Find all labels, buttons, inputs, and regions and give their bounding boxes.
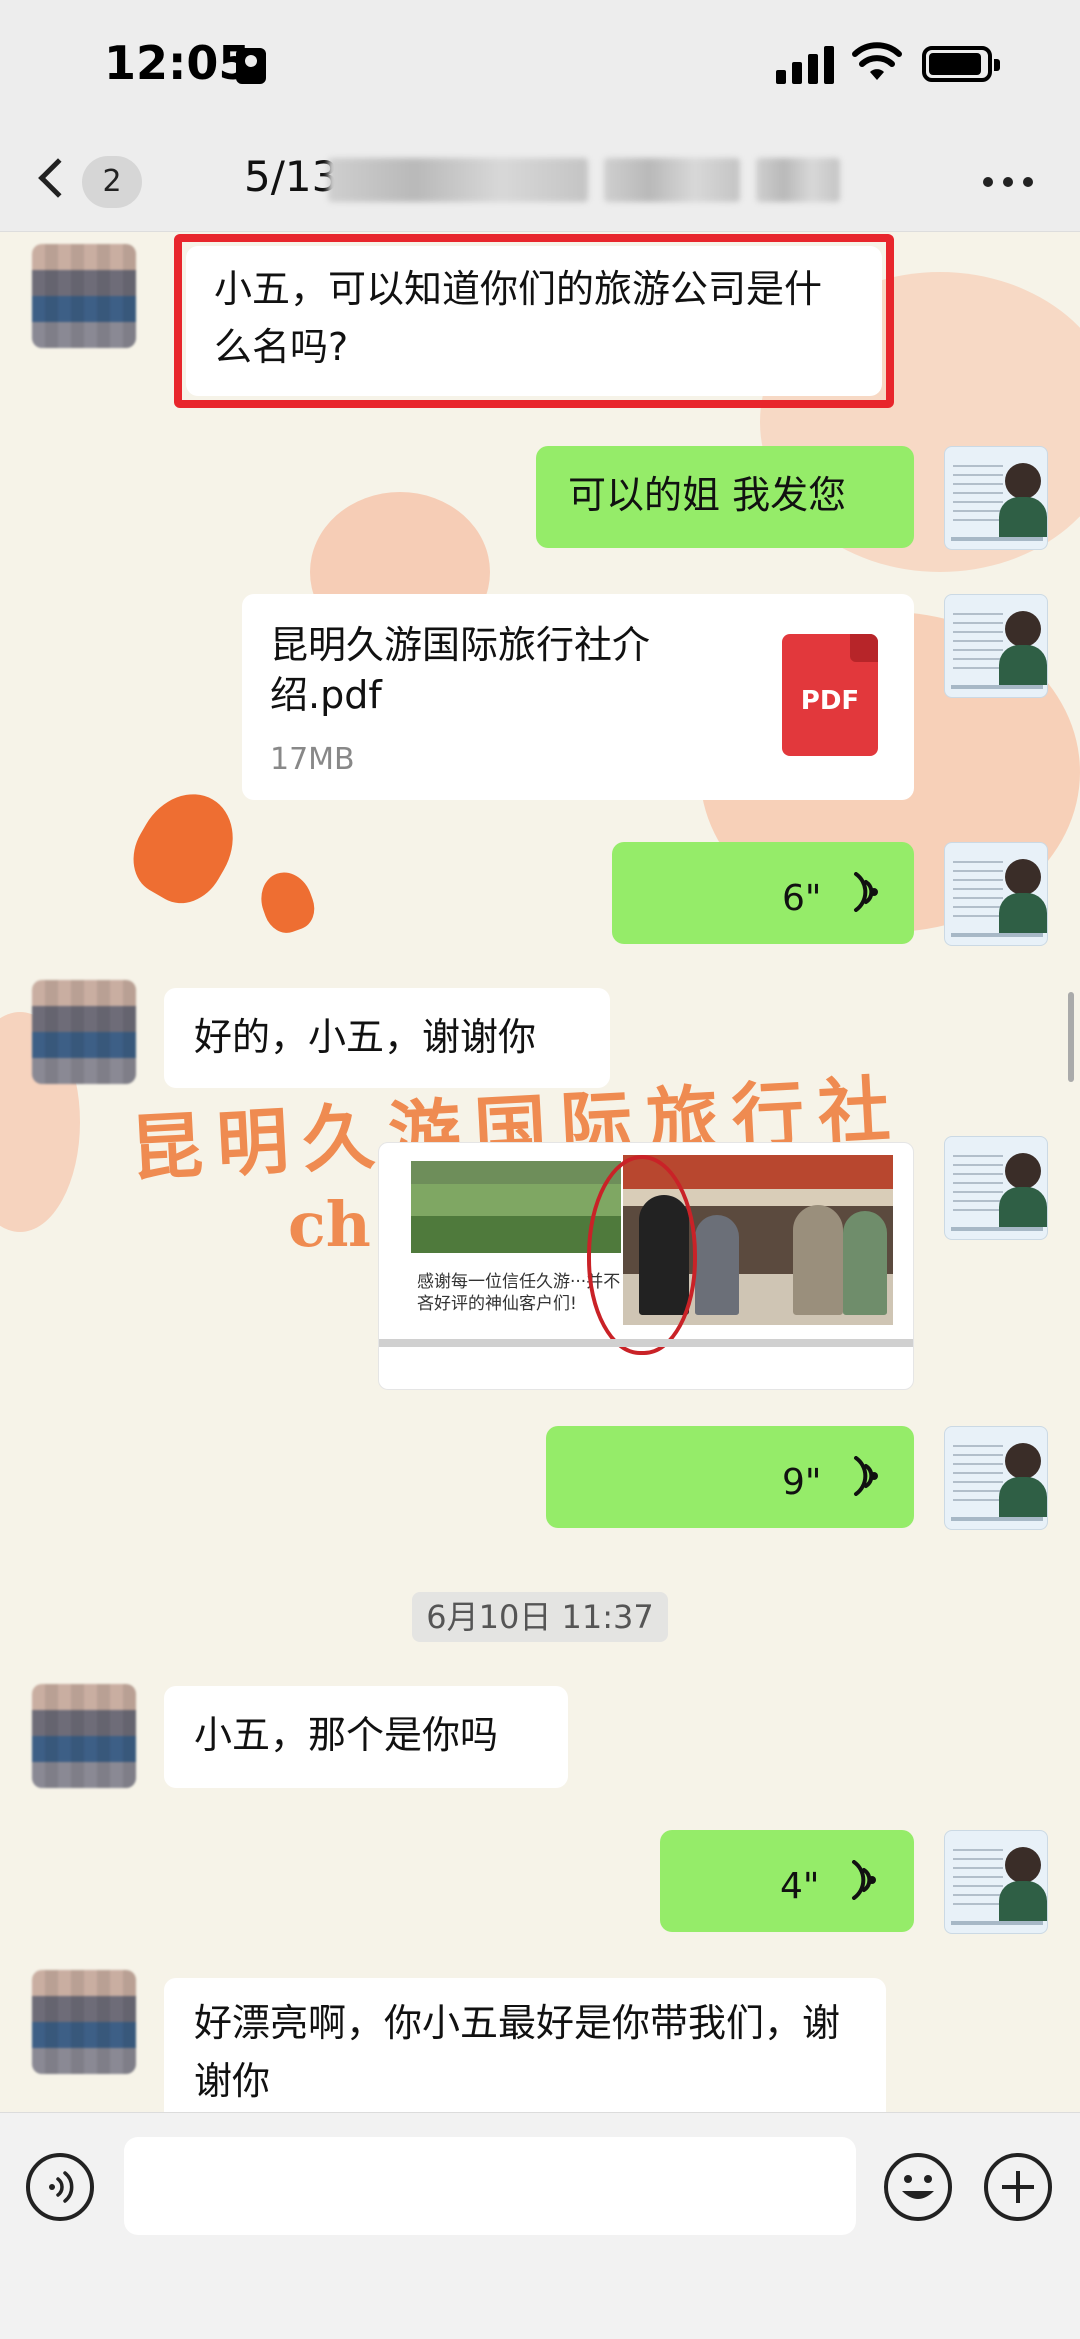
voice-mode-icon (49, 2171, 74, 2203)
voice-message[interactable]: 6" (612, 842, 914, 944)
chat-message-list[interactable]: 昆明久游国际旅行社 ch 小五，可以知道你们的旅游公司是什么名吗? 可以的姐 我… (0, 232, 1080, 2112)
incoming-message[interactable]: 好漂亮啊，你小五最好是你带我们，谢谢你 (164, 1978, 886, 2112)
status-bar: 12:05 (0, 0, 1080, 132)
chat-header: 2 5/13 (0, 132, 1080, 232)
contact-avatar[interactable] (32, 980, 136, 1084)
message-text: 小五，那个是你吗 (194, 1713, 499, 1757)
file-message[interactable]: 昆明久游国际旅行社介绍.pdf 17MB PDF (242, 594, 914, 800)
chevron-left-icon (38, 158, 78, 198)
incoming-message[interactable]: 好的，小五，谢谢你 (164, 988, 610, 1088)
voice-duration: 9" (782, 1462, 822, 1503)
file-size: 17MB (270, 742, 355, 777)
message-text: 可以的姐 我发您 (568, 473, 847, 517)
heart-decor (253, 865, 321, 939)
image-message[interactable]: 感谢每一位信任久游···并不吝好评的神仙客户们! (378, 1142, 914, 1390)
voice-duration: 4" (780, 1866, 820, 1907)
my-avatar[interactable] (944, 1830, 1048, 1934)
file-name: 昆明久游国际旅行社介绍.pdf (270, 623, 651, 717)
voice-wave-icon (852, 1860, 876, 1900)
focus-person-icon (236, 48, 266, 84)
voice-input-button[interactable] (26, 2153, 94, 2221)
my-avatar[interactable] (944, 446, 1048, 550)
title-redaction (604, 158, 740, 202)
message-text: 好漂亮啊，你小五最好是你带我们，谢谢你 (194, 2001, 841, 2103)
title-redaction (756, 158, 840, 202)
battery-icon (922, 46, 1000, 82)
heart-decor (118, 776, 252, 918)
message-input-bar (0, 2112, 1080, 2339)
voice-message[interactable]: 9" (546, 1426, 914, 1528)
scrollbar-thumb[interactable] (1068, 992, 1074, 1082)
contact-avatar[interactable] (32, 1684, 136, 1788)
message-text-input[interactable] (124, 2137, 856, 2235)
wifi-icon (852, 42, 902, 80)
contact-avatar[interactable] (32, 1970, 136, 2074)
circle-annotation (587, 1155, 697, 1355)
my-avatar[interactable] (944, 1136, 1048, 1240)
voice-wave-icon (854, 1456, 878, 1496)
voice-wave-icon (854, 872, 878, 912)
smiley-icon (902, 2175, 934, 2199)
voice-message[interactable]: 4" (660, 1830, 914, 1932)
more-dots-icon (983, 177, 1033, 187)
more-options-button[interactable] (978, 162, 1038, 202)
outgoing-message[interactable]: 可以的姐 我发您 (536, 446, 914, 548)
incoming-message[interactable]: 小五，那个是你吗 (164, 1686, 568, 1788)
emoji-button[interactable] (884, 2153, 952, 2221)
unread-count-badge: 2 (82, 156, 142, 208)
back-button[interactable]: 2 (34, 144, 144, 220)
my-avatar[interactable] (944, 594, 1048, 698)
voice-duration: 6" (782, 878, 822, 919)
incoming-message[interactable]: 小五，可以知道你们的旅游公司是什么名吗? (186, 246, 882, 396)
message-text: 好的，小五，谢谢你 (194, 1015, 537, 1059)
contact-avatar[interactable] (32, 244, 136, 348)
cellular-signal-icon (776, 44, 836, 84)
status-time: 12:05 (104, 36, 251, 90)
my-avatar[interactable] (944, 842, 1048, 946)
message-timestamp: 6月10日 11:37 (412, 1592, 668, 1642)
chat-title: 5/13 (244, 152, 339, 201)
pdf-file-icon: PDF (782, 634, 878, 756)
my-avatar[interactable] (944, 1426, 1048, 1530)
message-text: 小五，可以知道你们的旅游公司是什么名吗? (214, 267, 823, 369)
title-redaction (328, 158, 588, 202)
more-actions-button[interactable] (984, 2153, 1052, 2221)
background-overlay-text: ch (288, 1188, 371, 1261)
